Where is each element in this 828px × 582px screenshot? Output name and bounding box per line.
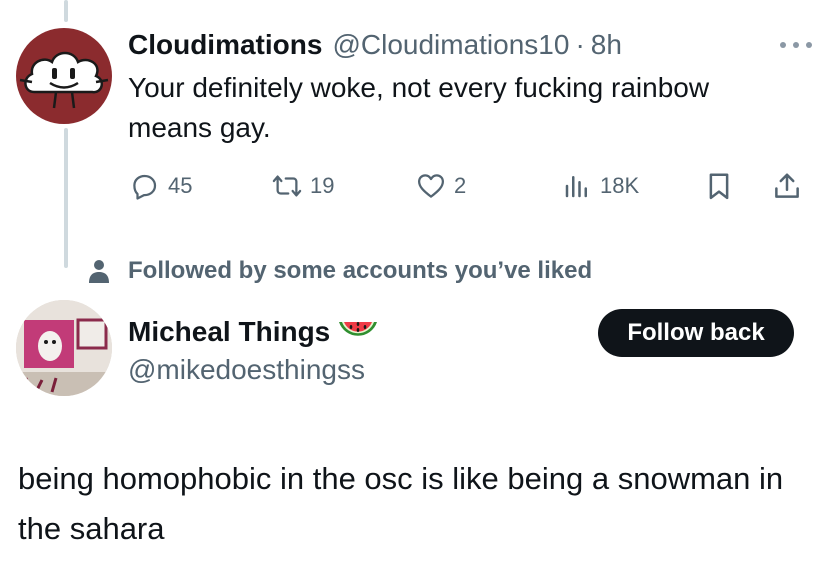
reply-count: 45 [168,173,193,198]
author-name[interactable]: Micheal Things [128,316,330,348]
tweet-text: Your definitely woke, not every fucking … [128,72,710,143]
repost-icon [272,175,302,197]
avatar[interactable] [16,28,112,124]
social-context-text: Followed by some accounts you’ve liked [128,257,593,284]
watermelon-icon [339,322,378,336]
author-handle[interactable]: @Cloudimations10 [332,29,569,61]
avatar[interactable] [16,300,112,396]
profile-picture-icon [16,300,112,396]
heart-icon [418,174,444,198]
more-options-icon[interactable] [778,40,814,50]
follow-back-button[interactable]: Follow back [598,309,794,357]
author-name-row: Micheal Things [128,314,380,350]
bookmark-button[interactable] [704,170,734,202]
tweet-time[interactable]: 8h [591,29,622,61]
share-button[interactable] [772,170,802,202]
tweet-header: Cloudimations @Cloudimations10 · 8h [128,28,622,62]
repost-count: 19 [310,173,335,198]
separator-dot: · [575,29,585,60]
reply-icon [133,174,157,200]
views-count: 18K [600,173,640,198]
tweet-text: being homophobic in the osc is like bein… [18,461,784,546]
author-handle[interactable]: @mikedoesthingss [128,354,365,386]
like-count: 2 [454,173,467,198]
like-button[interactable]: 2 [416,170,466,202]
bookmark-icon [709,173,729,200]
share-icon [775,173,799,198]
repost-button[interactable]: 19 [272,170,334,202]
reply-button[interactable]: 45 [130,170,192,202]
thread-line-top [64,0,68,22]
views-icon [565,176,587,198]
thread-line [64,128,68,268]
author-name[interactable]: Cloudimations [128,29,322,61]
cloud-character-icon [19,51,109,109]
person-icon [89,260,109,283]
views-button[interactable]: 18K [562,170,639,202]
social-context: Followed by some accounts you’ve liked [88,256,592,286]
